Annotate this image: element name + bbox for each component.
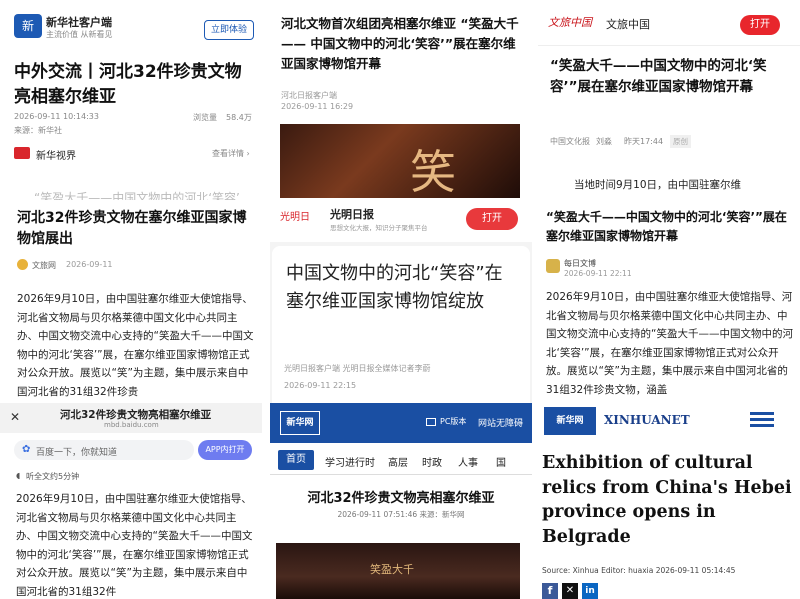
app-subtitle: 思想文化大报，知识分子聚焦平台	[330, 224, 428, 232]
panel-hebei-daily-article: 河北文物首次组团亮相塞尔维亚 “笑盈大千 —— 中国文物中的河北‘笑容’”展在塞…	[270, 0, 532, 198]
panel-guangming-article: 光明日 光明日报 思想文化大报，知识分子聚焦平台 打开 中国文物中的河北“笑容”…	[270, 198, 532, 403]
logo-text: 新华网	[556, 416, 584, 426]
article-title: Exhibition of cultural relics from China…	[542, 453, 792, 547]
panel-wenlv-article: 河北32件珍贵文物在塞尔维亚国家博物馆展出 文旅网 2026-09-11 202…	[0, 200, 262, 403]
publish-date: 2026-09-11 22:15	[284, 381, 357, 390]
panel-daily-museum-article: “笑盈大千——中国文物中的河北‘笑容’”展在塞尔维亚国家博物馆开幕 每日文博 2…	[538, 200, 800, 403]
app-name: 光明日报	[330, 208, 374, 221]
views-label: 浏览量	[193, 113, 217, 122]
article-image	[280, 124, 520, 198]
panel-xinhuanet-cn: 新华网 PC版本 网站无障碍 首页 学习进行时 高层 时政 人事 国 河北32件…	[270, 403, 532, 599]
source-name: 每日文博	[564, 259, 596, 268]
publish-date: 2026-09-11	[66, 260, 113, 269]
app-name: 文旅中国	[606, 18, 650, 31]
original-badge: 原创	[670, 135, 691, 148]
listen-label[interactable]: 听全文约5分钟	[26, 471, 79, 482]
linkedin-share-icon[interactable]: in	[582, 583, 598, 599]
brand-name: XINHUANET	[604, 413, 690, 427]
article-title: 河北文物首次组团亮相塞尔维亚 “笑盈大千 —— 中国文物中的河北‘笑容’”展在塞…	[281, 16, 519, 71]
image-caption-text: 笑盈大千	[370, 563, 414, 576]
article-body: 2026年9月10日，由中国驻塞尔维亚大使馆指导、河北省文物局与贝尔格莱德中国文…	[16, 493, 253, 596]
close-icon[interactable]: ✕	[10, 410, 20, 424]
nav-item-intl[interactable]: 国	[496, 454, 506, 469]
search-input[interactable]: 百度一下，你就知道	[36, 445, 117, 458]
open-app-button[interactable]: 立即体验	[204, 20, 254, 40]
panel-baidu-article: ✕ 河北32件珍贵文物亮相塞尔维亚 mbd.baidu.com ✿ 百度一下，你…	[0, 403, 262, 599]
nav-item-personnel[interactable]: 人事	[458, 454, 478, 469]
app-open-button[interactable]: APP内打开	[198, 440, 252, 460]
views-count: 58.4万	[226, 113, 252, 122]
author-avatar	[17, 259, 28, 270]
logo-text: 新华网	[286, 418, 314, 428]
guangming-logo-icon: 光明日	[280, 212, 310, 223]
pc-version-link[interactable]: PC版本	[440, 416, 466, 427]
nav-item-study[interactable]: 学习进行时	[325, 454, 375, 469]
article-lead: 当地时间9月10日，由中国驻塞尔维	[574, 179, 742, 191]
article-meta: Source: Xinhua Editor: huaxia 2026-09-11…	[542, 566, 736, 575]
article-title: 中外交流丨河北32件珍贵文物亮相塞尔维亚	[14, 62, 242, 107]
facebook-share-icon[interactable]: f	[542, 583, 558, 599]
article-title: “笑盈大千——中国文物中的河北‘笑容’”展在塞尔维亚国家博物馆开幕	[546, 210, 787, 243]
channel-logo-icon	[14, 147, 30, 159]
publish-date: 2026-09-11 10:14:33	[14, 112, 99, 121]
publish-date: 2026-09-11 22:11	[564, 269, 632, 278]
article-title: “笑盈大千——中国文物中的河北‘笑容’”展在塞尔维亚国家博物馆开幕	[550, 58, 767, 95]
wenlv-logo: 文旅中国	[548, 16, 592, 29]
app-name: 新华社客户端	[46, 16, 112, 29]
panel-xinhuanet-english: 新华网 XINHUANET Exhibition of cultural rel…	[538, 403, 800, 599]
image-calligraphy: 笑	[410, 145, 456, 198]
xinhuanet-logo: 新华网	[280, 411, 320, 435]
panel-xinhua-app-article: 新 新华社客户端 主流价值 从新看见 立即体验 中外交流丨河北32件珍贵文物亮相…	[0, 0, 262, 200]
article-title: 河北32件珍贵文物在塞尔维亚国家博物馆展出	[17, 210, 247, 247]
article-title: 河北32件珍贵文物亮相塞尔维亚	[307, 491, 495, 506]
article-source: 河北日报客户端	[281, 91, 337, 100]
article-author: 刘淼	[596, 137, 612, 146]
article-meta: 2026-09-11 07:51:46 来源：新华网	[337, 510, 465, 519]
publish-date: 2026-09-11 16:29	[281, 102, 354, 111]
source-avatar	[546, 259, 560, 273]
article-body: 2026年9月10日，由中国驻塞尔维亚大使馆指导、河北省文物局与贝尔格莱德中国文…	[17, 293, 254, 398]
listen-icon[interactable]: ◖	[16, 471, 20, 480]
nav-item-leaders[interactable]: 高层	[388, 454, 408, 469]
monitor-icon[interactable]	[426, 418, 436, 426]
open-app-button[interactable]: 打开	[740, 15, 780, 35]
page-title: 河北32件珍贵文物亮相塞尔维亚	[60, 409, 212, 421]
article-title: 中国文物中的河北“笑容”在塞尔维亚国家博物馆绽放	[286, 263, 503, 312]
hamburger-menu-icon[interactable]	[750, 411, 774, 429]
faded-next-text: “笑盈大千——中国文物中的河北‘笑容’	[34, 191, 240, 200]
nav-item-home[interactable]: 首页	[278, 450, 314, 470]
article-body: 2026年9月10日，由中国驻塞尔维亚大使馆指导、河北省文物局与贝尔格莱德中国文…	[546, 291, 793, 396]
accessibility-link[interactable]: 网站无障碍	[478, 416, 523, 429]
view-detail-link[interactable]: 查看详情 ›	[212, 148, 250, 159]
publish-time: 昨天17:44	[624, 137, 664, 146]
article-source: 中国文化报	[550, 137, 590, 146]
x-share-icon[interactable]: ✕	[562, 583, 578, 599]
panel-wenlv-china-article: 文旅中国 文旅中国 打开 “笑盈大千——中国文物中的河北‘笑容’”展在塞尔维亚国…	[538, 0, 800, 200]
open-app-button[interactable]: 打开	[466, 208, 518, 230]
article-source: 光明日报客户端 光明日报全媒体记者李蔚	[284, 364, 431, 373]
paw-icon: ✿	[22, 444, 31, 455]
nav-item-politics[interactable]: 时政	[422, 454, 442, 469]
author-name: 文旅网	[32, 261, 56, 270]
xinhuanet-logo-mark: 新华网	[544, 407, 596, 435]
page-url: mbd.baidu.com	[104, 421, 159, 429]
xinhua-app-logo: 新	[14, 14, 42, 38]
channel-name: 新华视界	[36, 151, 76, 162]
app-slogan: 主流价值 从新看见	[46, 30, 113, 39]
article-source: 来源：新华社	[14, 126, 62, 135]
